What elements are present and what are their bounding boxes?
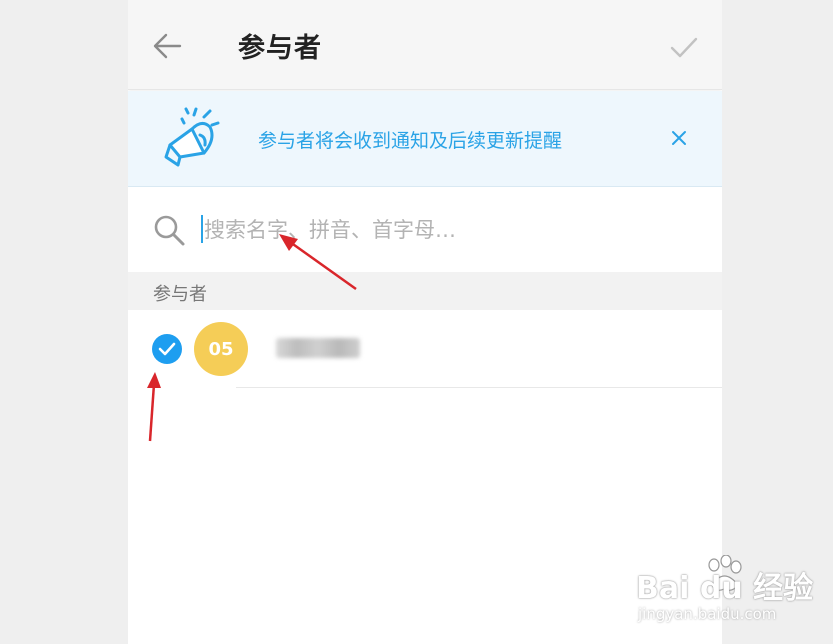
search-icon — [154, 215, 185, 246]
back-button[interactable] — [150, 28, 186, 64]
section-header: 参与者 — [128, 272, 722, 310]
megaphone-icon — [164, 107, 220, 167]
avatar: 05 — [194, 322, 248, 376]
checkmark-icon — [670, 37, 698, 58]
blurred-name — [276, 338, 360, 358]
close-icon — [672, 131, 686, 145]
search-bar — [128, 187, 722, 272]
notice-text: 参与者将会收到通知及后续更新提醒 — [258, 130, 563, 152]
notice-banner: 参与者将会收到通知及后续更新提醒 — [128, 91, 722, 187]
text-cursor — [201, 215, 203, 243]
notice-close-button[interactable] — [668, 127, 690, 149]
section-label: 参与者 — [153, 284, 207, 305]
selected-checkbox[interactable] — [152, 334, 182, 364]
check-icon — [158, 342, 176, 356]
confirm-button[interactable] — [666, 30, 702, 66]
page-title: 参与者 — [238, 33, 322, 64]
watermark-brand: Bai du 经验 — [636, 571, 814, 606]
participant-row[interactable]: 05 — [128, 310, 722, 388]
arrow-left-icon — [153, 33, 182, 59]
watermark-url: jingyan.baidu.com — [638, 605, 777, 623]
top-bar: 参与者 — [128, 0, 722, 90]
search-input[interactable] — [204, 213, 684, 247]
watermark: Bai du 经验 jingyan.baidu.com — [636, 555, 826, 635]
app-screen: 参与者 参与者将会收到通知及后续更新提醒 搜索名字、拼音、首字母… 参与者 05 — [128, 0, 722, 644]
divider — [236, 387, 722, 388]
